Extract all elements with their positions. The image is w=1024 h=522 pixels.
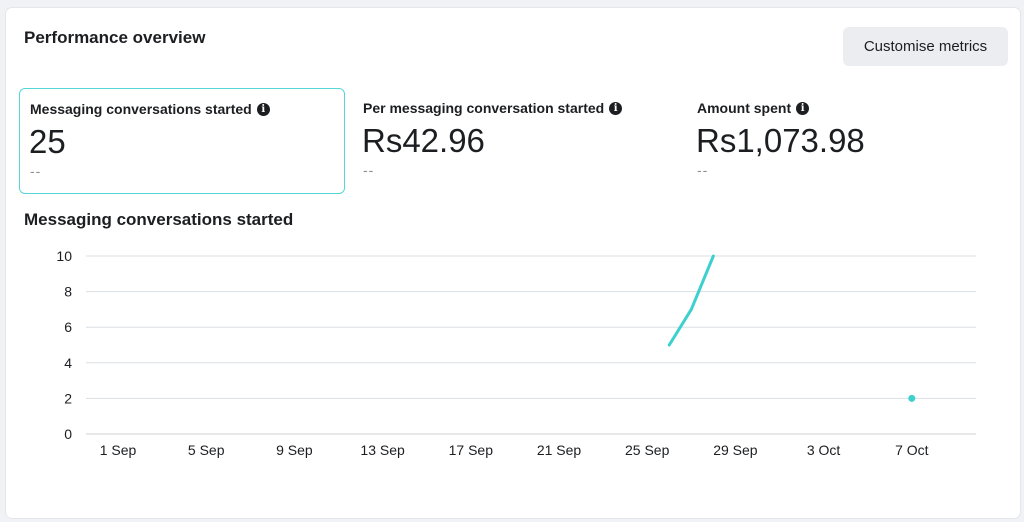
x-tick-label: 1 Sep: [100, 442, 137, 458]
x-tick-label: 9 Sep: [276, 442, 313, 458]
y-tick-label: 0: [64, 426, 72, 442]
x-tick-label: 29 Sep: [713, 442, 758, 458]
x-tick-label: 17 Sep: [449, 442, 494, 458]
y-tick-label: 8: [64, 284, 72, 300]
y-tick-label: 6: [64, 319, 72, 335]
x-tick-label: 13 Sep: [360, 442, 405, 458]
y-tick-label: 2: [64, 390, 72, 406]
line-chart: 0 2 4 6 8 10 1 Sep 5 Sep 9 Sep 13 Sep 17 Sep 21 Sep…: [56, 248, 976, 458]
x-tick-label: 3 Oct: [807, 442, 841, 458]
y-tick-label: 4: [64, 355, 72, 371]
y-tick-label: 10: [56, 248, 72, 264]
x-tick-label: 25 Sep: [625, 442, 670, 458]
x-tick-label: 21 Sep: [537, 442, 582, 458]
x-tick-label: 5 Sep: [188, 442, 225, 458]
data-point: [908, 394, 916, 402]
series-line: [667, 254, 715, 347]
x-tick-label: 7 Oct: [895, 442, 929, 458]
